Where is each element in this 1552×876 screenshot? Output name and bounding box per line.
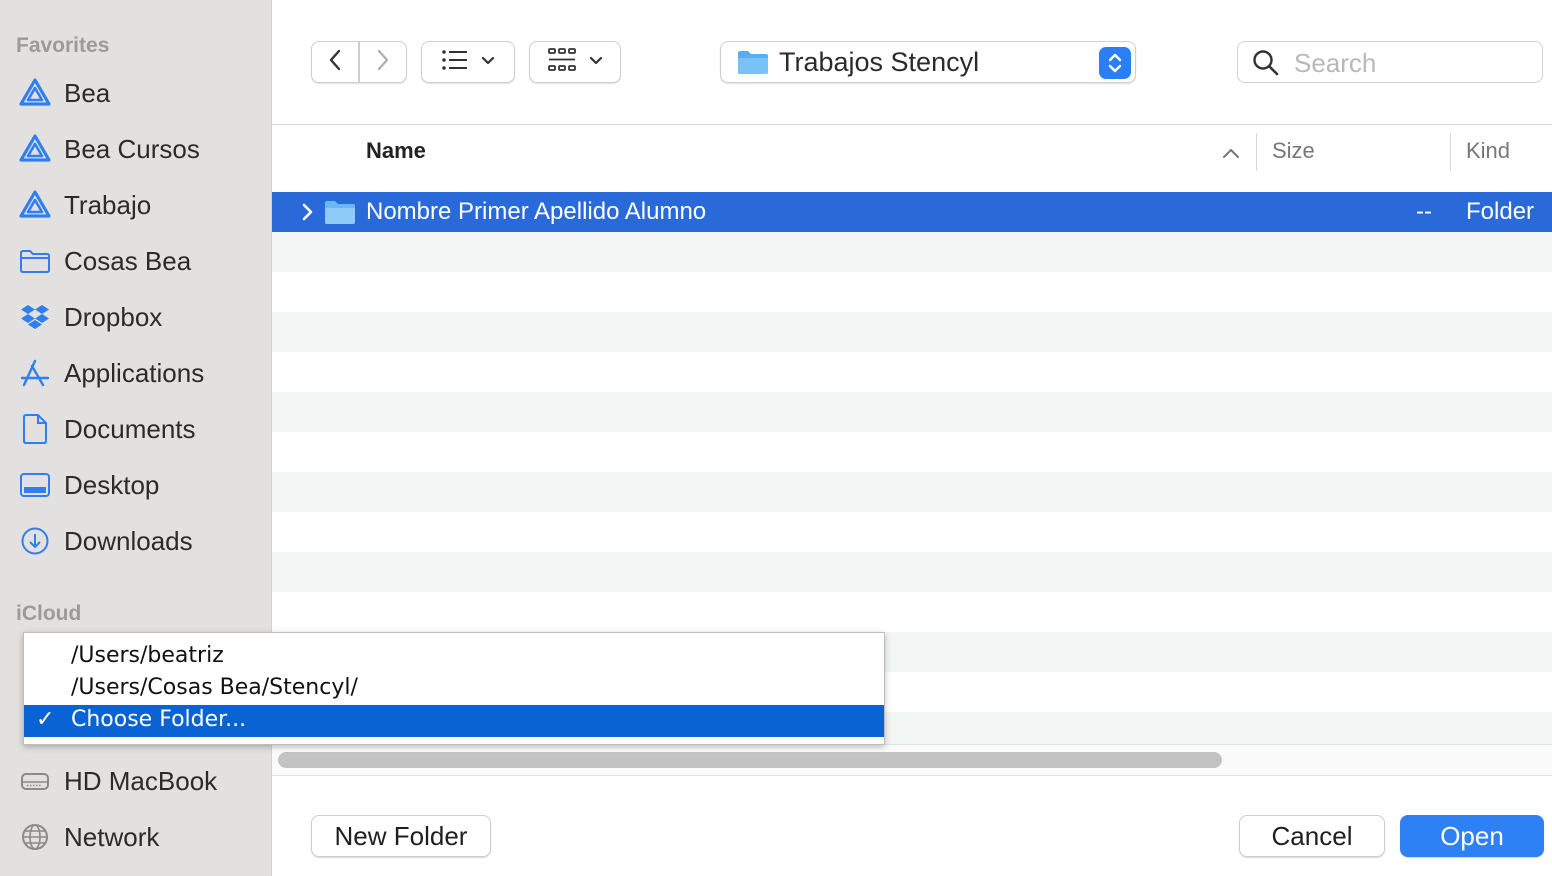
table-row[interactable]: Nombre Primer Apellido Alumno -- Folder <box>272 192 1552 232</box>
sidebar-item-label: Applications <box>64 357 205 388</box>
column-header-kind[interactable]: Kind <box>1466 138 1510 164</box>
chevron-right-icon <box>375 48 391 77</box>
file-dialog: Favorites Bea Bea Cursos Trabajo Cosas B… <box>0 0 1552 876</box>
sidebar-item-downloads[interactable]: Downloads <box>0 519 270 563</box>
menu-item-label: Choose Folder... <box>71 707 247 732</box>
row-size: -- <box>1416 198 1432 225</box>
location-popup-label: Trabajos Stencyl <box>779 47 980 77</box>
sidebar-item-network[interactable]: Network <box>0 815 270 859</box>
sidebar-item-label: HD MacBook <box>64 765 218 796</box>
chevron-down-icon <box>481 53 495 71</box>
folder-icon <box>737 49 769 80</box>
applications-icon <box>18 356 52 390</box>
location-popup[interactable]: Trabajos Stencyl <box>720 41 1136 83</box>
row-kind: Folder <box>1466 198 1535 225</box>
column-divider[interactable] <box>1450 133 1451 171</box>
folder-icon <box>324 198 356 231</box>
grid-icon <box>547 47 577 78</box>
icloud-section-title: iCloud <box>16 602 82 625</box>
new-folder-button[interactable]: New Folder <box>311 815 491 857</box>
menu-item-choose-folder[interactable]: ✓ Choose Folder... <box>24 705 884 737</box>
table-top-divider <box>272 124 1552 125</box>
back-button[interactable] <box>311 41 359 83</box>
row-name: Nombre Primer Apellido Alumno <box>366 198 707 225</box>
sidebar-item-desktop[interactable]: Desktop <box>0 463 270 507</box>
menu-item-cosas-bea-stencyl[interactable]: /Users/Cosas Bea/Stencyl/ <box>24 673 884 705</box>
list-icon <box>441 49 469 76</box>
document-icon <box>18 412 52 446</box>
sidebar-item-label: Desktop <box>64 469 160 500</box>
sidebar-item-bea-cursos[interactable]: Bea Cursos <box>0 127 270 171</box>
group-view-button[interactable] <box>529 41 621 83</box>
sidebar-item-label: Trabajo <box>64 189 152 220</box>
sidebar-item-dropbox[interactable]: Dropbox <box>0 295 270 339</box>
menu-item-label: /Users/beatriz <box>71 643 224 668</box>
google-drive-icon <box>18 188 52 222</box>
list-view-button[interactable] <box>421 41 515 83</box>
column-header-size[interactable]: Size <box>1272 138 1315 164</box>
cancel-button[interactable]: Cancel <box>1239 815 1385 857</box>
disclosure-triangle-icon[interactable] <box>300 199 316 230</box>
menu-item-users-beatriz[interactable]: /Users/beatriz <box>24 641 884 673</box>
search-icon <box>1252 49 1280 82</box>
dropbox-icon <box>18 300 52 334</box>
folder-popup-menu: /Users/beatriz /Users/Cosas Bea/Stencyl/… <box>23 632 885 745</box>
chevron-left-icon <box>327 48 343 77</box>
google-drive-icon <box>18 76 52 110</box>
hard-drive-icon <box>18 764 52 798</box>
column-divider[interactable] <box>1256 133 1257 171</box>
checkmark-icon: ✓ <box>36 707 55 732</box>
sidebar-item-trabajo[interactable]: Trabajo <box>0 183 270 227</box>
open-button[interactable]: Open <box>1400 815 1544 857</box>
sidebar-item-hd-macbook[interactable]: HD MacBook <box>0 759 270 803</box>
desktop-icon <box>18 468 52 502</box>
network-icon <box>18 820 52 854</box>
sidebar-item-label: Dropbox <box>64 301 163 332</box>
sidebar-item-documents[interactable]: Documents <box>0 407 270 451</box>
favorites-section-title: Favorites <box>16 34 110 57</box>
forward-button[interactable] <box>359 41 407 83</box>
downloads-icon <box>18 524 52 558</box>
sidebar-item-label: Network <box>64 821 160 852</box>
sidebar-item-applications[interactable]: Applications <box>0 351 270 395</box>
chevron-down-icon <box>589 53 603 71</box>
menu-item-label: /Users/Cosas Bea/Stencyl/ <box>71 675 358 700</box>
sidebar-item-label: Bea <box>64 77 111 108</box>
scrollbar-thumb[interactable] <box>278 752 1222 768</box>
folder-icon <box>18 244 52 278</box>
column-header-name[interactable]: Name <box>366 138 426 164</box>
sidebar-item-label: Downloads <box>64 525 193 556</box>
sidebar-item-label: Bea Cursos <box>64 133 200 164</box>
google-drive-icon <box>18 132 52 166</box>
sidebar-item-label: Documents <box>64 413 196 444</box>
sidebar-item-cosas-bea[interactable]: Cosas Bea <box>0 239 270 283</box>
updown-chevron-icon <box>1099 47 1131 79</box>
sidebar-item-label: Cosas Bea <box>64 245 192 276</box>
sort-ascending-icon <box>1222 146 1240 164</box>
sidebar-item-bea[interactable]: Bea <box>0 71 270 115</box>
search-field[interactable]: Search <box>1237 41 1543 83</box>
search-placeholder: Search <box>1294 48 1377 78</box>
